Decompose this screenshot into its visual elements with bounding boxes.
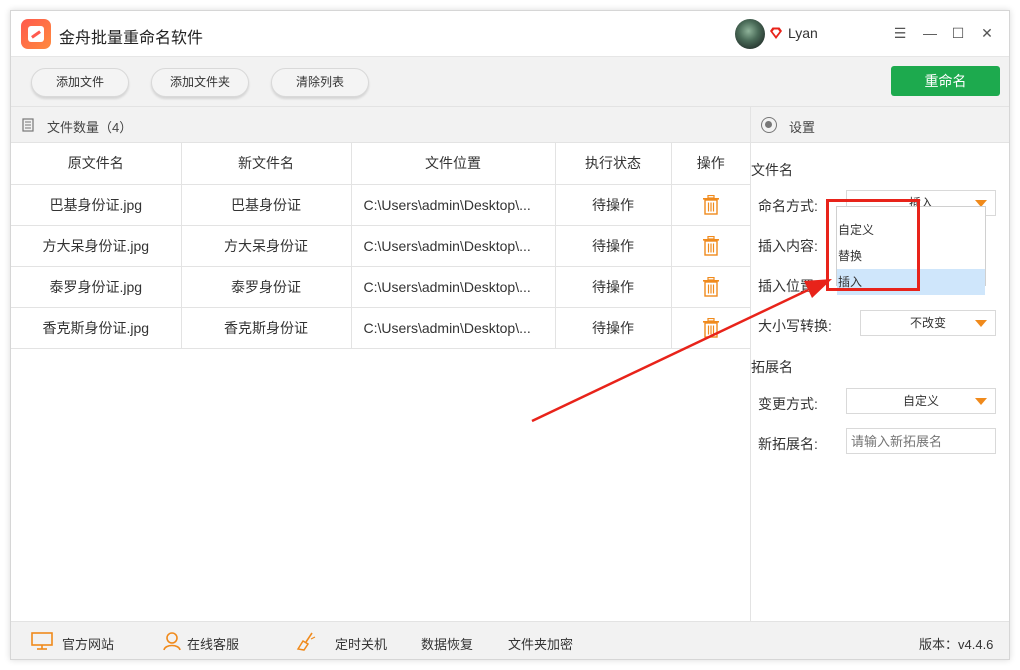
annotation-arrow-icon	[531, 279, 832, 423]
